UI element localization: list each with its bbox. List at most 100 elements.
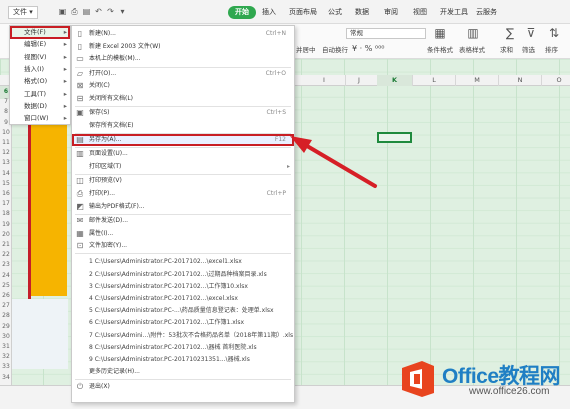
tab-data[interactable]: 数据 <box>352 6 372 19</box>
open-folder-icon: ▱ <box>76 68 84 78</box>
menu-item[interactable]: ✉ 邮件发送(D)... <box>72 215 294 227</box>
submenu-item[interactable]: 插入(I) ▸ <box>10 63 70 76</box>
menu-item[interactable]: ▯ 新建(N)... Ctrl+N <box>72 28 294 40</box>
wrap-text-label[interactable]: 自动换行 <box>322 44 348 54</box>
save-icon[interactable]: ▣ <box>58 7 67 16</box>
column-header-m[interactable]: M <box>456 75 499 86</box>
submenu-item[interactable]: 数据(D) ▸ <box>10 100 70 113</box>
submenu-item[interactable]: 窗口(W) ▸ <box>10 112 70 125</box>
sort-icon[interactable]: ⇅ <box>547 26 561 40</box>
recent-file-item[interactable]: 9 C:\Users\Administrator.PC-201710231351… <box>72 354 294 366</box>
table-style-icon[interactable]: ▥ <box>466 26 480 40</box>
submenu-item[interactable]: 编辑(E) ▸ <box>10 38 70 51</box>
print-preview-icon[interactable]: ▤ <box>82 7 91 16</box>
more-history-item[interactable]: 更多历史记录(H)... <box>72 366 294 378</box>
menu-item-label: 打印区域(T) <box>89 163 122 170</box>
percent-icon[interactable]: ¥ · % ⁰⁰⁰ <box>352 44 384 53</box>
tab-page-layout[interactable]: 页面布局 <box>286 6 320 19</box>
page-setup-icon: ▥ <box>76 149 84 159</box>
logo-url: www.office26.com <box>469 386 550 397</box>
sum-label[interactable]: 求和 <box>500 44 513 54</box>
tab-review[interactable]: 审阅 <box>381 6 401 19</box>
office-logo-icon <box>402 361 434 397</box>
recent-file-item[interactable]: 1 C:\Users\Administrator.PC-2017102...\e… <box>72 256 294 268</box>
tab-developer[interactable]: 开发工具 <box>437 6 471 19</box>
menu-item-shortcut: Ctrl+P <box>266 189 286 197</box>
recent-file-item[interactable]: 4 C:\Users\Administrator.PC-2017102...\e… <box>72 293 294 305</box>
submenu-item-label: 插入(I) <box>24 64 44 73</box>
submenu-item[interactable]: 工具(T) ▸ <box>10 88 70 101</box>
menu-item[interactable]: 打印区域(T) ▸ <box>72 161 294 173</box>
blank-region <box>12 299 68 369</box>
menu-item[interactable]: ⊠ 关闭(C) <box>72 80 294 92</box>
file-menu-label: 文件 <box>13 8 27 16</box>
menu-item[interactable]: ▣ 保存(S) Ctrl+S <box>72 107 294 119</box>
print-icon[interactable]: ⎙ <box>70 7 79 16</box>
recent-file-item[interactable]: 2 C:\Users\Administrator.PC-2017102...\过… <box>72 269 294 281</box>
sum-icon[interactable]: ∑ <box>503 26 517 40</box>
new-doc-icon: ▯ <box>77 41 83 51</box>
menu-item[interactable]: ▭ 本机上的模板(M)... <box>72 53 294 65</box>
tab-cloud[interactable]: 云服务 <box>473 6 500 19</box>
chevron-down-icon[interactable]: ▾ <box>118 7 127 16</box>
tab-home[interactable]: 开始 <box>228 6 256 19</box>
menu-item[interactable]: ▯ 新建 Excel 2003 文件(W) <box>72 41 294 53</box>
save-as-icon: ▤ <box>76 135 84 145</box>
submenu-item-label: 数据(D) <box>24 101 48 110</box>
exit-icon: ⏻ <box>76 382 84 392</box>
undo-icon[interactable]: ↶ <box>94 7 103 16</box>
menu-item-label: 文件加密(Y)... <box>89 242 128 250</box>
number-format-select[interactable]: 常规 <box>346 28 426 39</box>
redo-icon[interactable]: ↷ <box>106 7 115 16</box>
submenu-item-label: 格式(O) <box>24 77 48 86</box>
menu-item-label: 关闭(C) <box>89 82 110 90</box>
tab-formulas[interactable]: 公式 <box>325 6 345 19</box>
recent-file-item[interactable]: 6 C:\Users\Administrator.PC-2017102...\工… <box>72 317 294 329</box>
print-preview-icon: ◫ <box>76 176 84 186</box>
row-number[interactable]: 34 <box>0 372 12 385</box>
menu-item[interactable]: ▱ 打开(O)... Ctrl+O <box>72 68 294 80</box>
menu-item-label: 保存所有文档(E) <box>89 121 134 129</box>
sort-label[interactable]: 排序 <box>545 44 558 54</box>
menu-item[interactable]: ▦ 属性(I)... <box>72 228 294 240</box>
active-cell[interactable] <box>377 132 412 143</box>
recent-file-item[interactable]: 8 C:\Users\Administrator.PC-2017102...\器… <box>72 342 294 354</box>
recent-file-item[interactable]: 3 C:\Users\Administrator.PC-2017102...\工… <box>72 281 294 293</box>
menu-item[interactable]: ⎙ 打印(P)... Ctrl+P <box>72 188 294 200</box>
column-header-n[interactable]: N <box>499 75 542 86</box>
pdf-icon: ◩ <box>76 201 84 211</box>
file-menu-button[interactable]: 文件 ▾ <box>8 6 38 19</box>
menu-item[interactable]: ⊡ 文件加密(Y)... <box>72 240 294 252</box>
recent-file-item[interactable]: 7 C:\Users\Admini...\附件：53批次不合格药品名单（2018… <box>72 330 294 342</box>
filter-label[interactable]: 筛选 <box>522 44 535 54</box>
column-header-l[interactable]: L <box>413 75 456 86</box>
tab-insert[interactable]: 插入 <box>259 6 279 19</box>
menu-item[interactable]: ▥ 页面设置(U)... <box>72 148 294 160</box>
submenu-item[interactable]: 文件(F) ▸ <box>10 26 70 39</box>
recent-file-item[interactable]: 5 C:\Users\Administrator.PC-...\药品质量信息登记… <box>72 305 294 317</box>
menu-item-label: 本机上的模板(M)... <box>89 55 141 63</box>
column-header-j[interactable]: J <box>338 75 381 86</box>
conditional-format-icon[interactable]: ▦ <box>433 26 447 40</box>
chevron-right-icon: ▸ <box>63 77 67 86</box>
filter-icon[interactable]: ⊽ <box>524 26 538 40</box>
menu-item-label: 打开(O)... <box>89 69 117 77</box>
menu-bar: 文件 ▾ ▣ ⎙ ▤ ↶ ↷ ▾ 开始 插入 页面布局 公式 数据 审阅 视图 … <box>0 0 570 24</box>
merge-center-label[interactable]: 并居中 <box>296 44 316 54</box>
menu-item-label: 输出为PDF格式(F)... <box>89 202 145 210</box>
menu-item[interactable]: ◩ 输出为PDF格式(F)... <box>72 201 294 213</box>
column-header-o[interactable]: O <box>538 75 570 86</box>
submenu-item[interactable]: 视图(V) ▸ <box>10 51 70 64</box>
file-dropdown-menu: ▯ 新建(N)... Ctrl+N ▯ 新建 Excel 2003 文件(W) ▭ 本机上的… <box>71 25 295 403</box>
save-as-menu-item[interactable]: ▤ 另存为(A)... F12 <box>72 134 294 147</box>
table-style-label[interactable]: 表格样式 <box>459 44 485 54</box>
submenu-item[interactable]: 格式(O) ▸ <box>10 75 70 88</box>
menu-item[interactable]: ◫ 打印预览(V) <box>72 175 294 187</box>
menu-item[interactable]: 保存所有文档(E) <box>72 120 294 132</box>
exit-menu-item[interactable]: ⏻ 退出(X) <box>72 381 294 393</box>
tab-view[interactable]: 视图 <box>410 6 430 19</box>
chevron-right-icon: ▸ <box>286 163 290 170</box>
column-header-k[interactable]: K <box>377 75 413 86</box>
conditional-format-label[interactable]: 条件格式 <box>427 44 453 54</box>
menu-item[interactable]: ⊟ 关闭所有文档(L) <box>72 93 294 105</box>
